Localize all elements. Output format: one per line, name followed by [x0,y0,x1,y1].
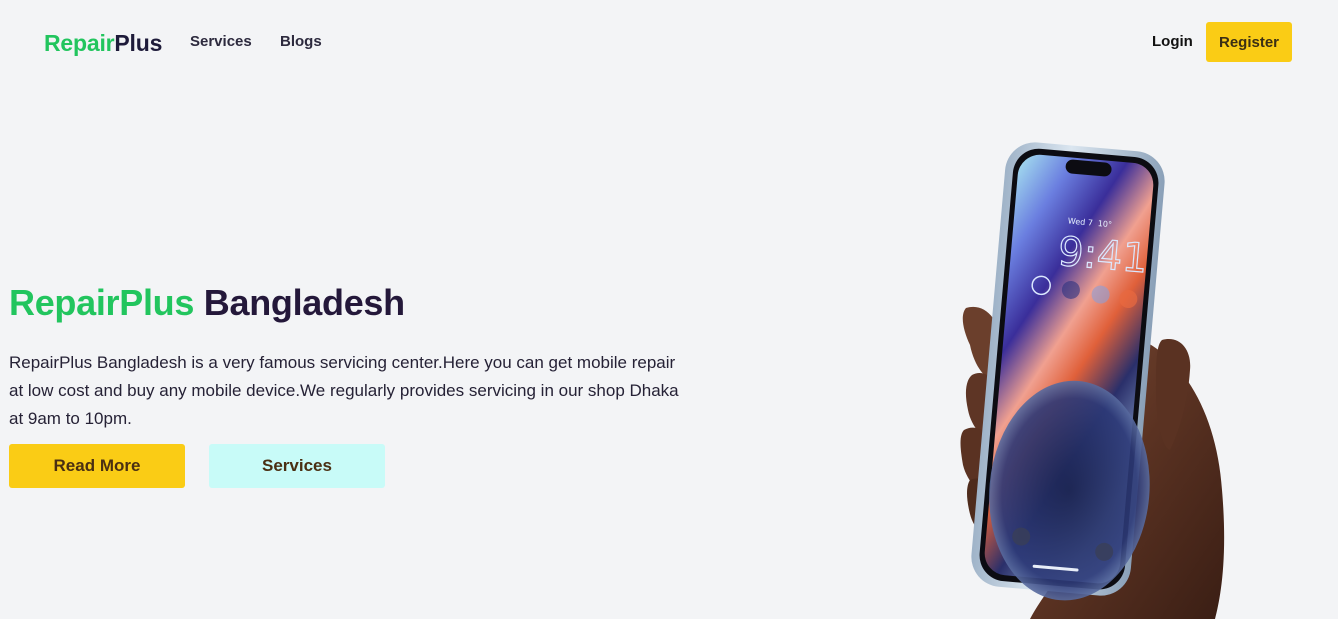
nav-link-services[interactable]: Services [190,33,252,50]
hero-title-dark: Bangladesh [203,282,405,323]
hero-title-green: RepairPlus [9,282,195,323]
navbar: RepairPlus Services Blogs Login Register [0,0,1338,86]
phone-temp: 10° [1097,219,1112,229]
nav-link-blogs[interactable]: Blogs [280,33,322,50]
brand-part-green: Repair [44,30,115,56]
services-button[interactable]: Services [209,444,385,488]
brand-part-dark: Plus [114,30,163,56]
phone-time: 9:41 [1056,229,1149,283]
brand-logo[interactable]: RepairPlus [44,30,162,57]
phone-in-hand-illustration: Wed 7 10° 9:41 [960,142,1225,619]
register-button[interactable]: Register [1206,22,1292,62]
login-link[interactable]: Login [1152,33,1193,50]
hero-phone-image: Wed 7 10° 9:41 [930,130,1230,619]
hero-description: RepairPlus Bangladesh is a very famous s… [9,353,679,428]
read-more-button[interactable]: Read More [9,444,185,488]
hero-title: RepairPlus Bangladesh [9,282,405,324]
